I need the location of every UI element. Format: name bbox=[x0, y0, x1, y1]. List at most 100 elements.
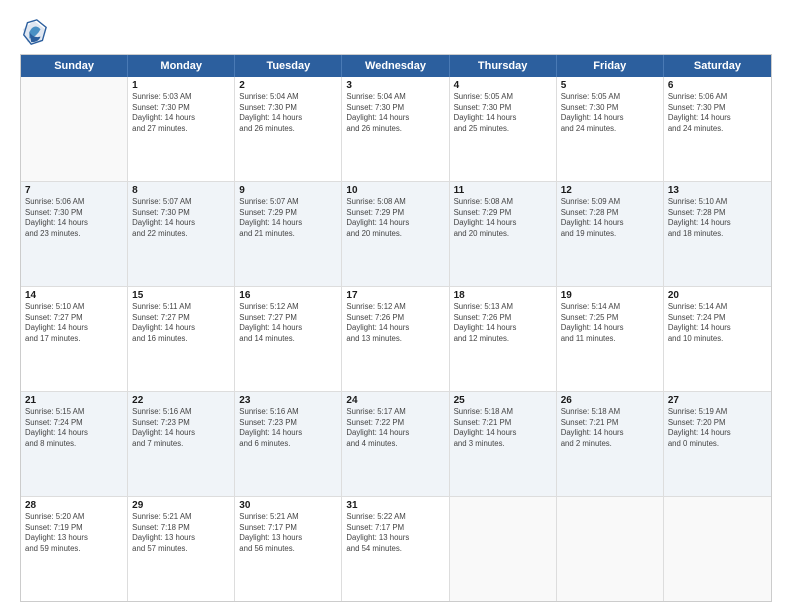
header-day-sunday: Sunday bbox=[21, 55, 128, 77]
day-cell-11: 11Sunrise: 5:08 AM Sunset: 7:29 PM Dayli… bbox=[450, 182, 557, 286]
day-cell-20: 20Sunrise: 5:14 AM Sunset: 7:24 PM Dayli… bbox=[664, 287, 771, 391]
header-day-saturday: Saturday bbox=[664, 55, 771, 77]
day-cell-22: 22Sunrise: 5:16 AM Sunset: 7:23 PM Dayli… bbox=[128, 392, 235, 496]
day-number: 30 bbox=[239, 500, 337, 511]
empty-cell-0-0 bbox=[21, 77, 128, 181]
day-info: Sunrise: 5:10 AM Sunset: 7:28 PM Dayligh… bbox=[668, 197, 767, 239]
day-info: Sunrise: 5:18 AM Sunset: 7:21 PM Dayligh… bbox=[454, 407, 552, 449]
day-info: Sunrise: 5:17 AM Sunset: 7:22 PM Dayligh… bbox=[346, 407, 444, 449]
day-number: 19 bbox=[561, 290, 659, 301]
calendar-body: 1Sunrise: 5:03 AM Sunset: 7:30 PM Daylig… bbox=[21, 77, 771, 601]
header-day-tuesday: Tuesday bbox=[235, 55, 342, 77]
day-info: Sunrise: 5:15 AM Sunset: 7:24 PM Dayligh… bbox=[25, 407, 123, 449]
day-info: Sunrise: 5:16 AM Sunset: 7:23 PM Dayligh… bbox=[239, 407, 337, 449]
day-number: 20 bbox=[668, 290, 767, 301]
day-info: Sunrise: 5:13 AM Sunset: 7:26 PM Dayligh… bbox=[454, 302, 552, 344]
header-day-thursday: Thursday bbox=[450, 55, 557, 77]
day-info: Sunrise: 5:04 AM Sunset: 7:30 PM Dayligh… bbox=[346, 92, 444, 134]
empty-cell-4-6 bbox=[664, 497, 771, 601]
header-day-monday: Monday bbox=[128, 55, 235, 77]
day-info: Sunrise: 5:16 AM Sunset: 7:23 PM Dayligh… bbox=[132, 407, 230, 449]
day-info: Sunrise: 5:14 AM Sunset: 7:24 PM Dayligh… bbox=[668, 302, 767, 344]
calendar-row-2: 14Sunrise: 5:10 AM Sunset: 7:27 PM Dayli… bbox=[21, 287, 771, 392]
day-number: 1 bbox=[132, 80, 230, 91]
day-info: Sunrise: 5:07 AM Sunset: 7:29 PM Dayligh… bbox=[239, 197, 337, 239]
day-number: 5 bbox=[561, 80, 659, 91]
day-cell-17: 17Sunrise: 5:12 AM Sunset: 7:26 PM Dayli… bbox=[342, 287, 449, 391]
day-cell-13: 13Sunrise: 5:10 AM Sunset: 7:28 PM Dayli… bbox=[664, 182, 771, 286]
day-info: Sunrise: 5:20 AM Sunset: 7:19 PM Dayligh… bbox=[25, 512, 123, 554]
page: SundayMondayTuesdayWednesdayThursdayFrid… bbox=[0, 0, 792, 612]
day-number: 28 bbox=[25, 500, 123, 511]
day-number: 2 bbox=[239, 80, 337, 91]
day-cell-7: 7Sunrise: 5:06 AM Sunset: 7:30 PM Daylig… bbox=[21, 182, 128, 286]
calendar-row-0: 1Sunrise: 5:03 AM Sunset: 7:30 PM Daylig… bbox=[21, 77, 771, 182]
day-number: 11 bbox=[454, 185, 552, 196]
day-cell-15: 15Sunrise: 5:11 AM Sunset: 7:27 PM Dayli… bbox=[128, 287, 235, 391]
logo bbox=[20, 18, 52, 46]
calendar-row-4: 28Sunrise: 5:20 AM Sunset: 7:19 PM Dayli… bbox=[21, 497, 771, 601]
day-cell-18: 18Sunrise: 5:13 AM Sunset: 7:26 PM Dayli… bbox=[450, 287, 557, 391]
empty-cell-4-5 bbox=[557, 497, 664, 601]
day-cell-24: 24Sunrise: 5:17 AM Sunset: 7:22 PM Dayli… bbox=[342, 392, 449, 496]
day-cell-16: 16Sunrise: 5:12 AM Sunset: 7:27 PM Dayli… bbox=[235, 287, 342, 391]
day-info: Sunrise: 5:22 AM Sunset: 7:17 PM Dayligh… bbox=[346, 512, 444, 554]
day-info: Sunrise: 5:04 AM Sunset: 7:30 PM Dayligh… bbox=[239, 92, 337, 134]
empty-cell-4-4 bbox=[450, 497, 557, 601]
day-cell-23: 23Sunrise: 5:16 AM Sunset: 7:23 PM Dayli… bbox=[235, 392, 342, 496]
day-cell-12: 12Sunrise: 5:09 AM Sunset: 7:28 PM Dayli… bbox=[557, 182, 664, 286]
day-info: Sunrise: 5:05 AM Sunset: 7:30 PM Dayligh… bbox=[561, 92, 659, 134]
day-cell-4: 4Sunrise: 5:05 AM Sunset: 7:30 PM Daylig… bbox=[450, 77, 557, 181]
day-info: Sunrise: 5:12 AM Sunset: 7:27 PM Dayligh… bbox=[239, 302, 337, 344]
day-info: Sunrise: 5:11 AM Sunset: 7:27 PM Dayligh… bbox=[132, 302, 230, 344]
logo-icon bbox=[20, 18, 48, 46]
day-info: Sunrise: 5:21 AM Sunset: 7:17 PM Dayligh… bbox=[239, 512, 337, 554]
day-cell-19: 19Sunrise: 5:14 AM Sunset: 7:25 PM Dayli… bbox=[557, 287, 664, 391]
day-number: 22 bbox=[132, 395, 230, 406]
day-number: 26 bbox=[561, 395, 659, 406]
calendar-row-1: 7Sunrise: 5:06 AM Sunset: 7:30 PM Daylig… bbox=[21, 182, 771, 287]
day-number: 18 bbox=[454, 290, 552, 301]
day-info: Sunrise: 5:03 AM Sunset: 7:30 PM Dayligh… bbox=[132, 92, 230, 134]
day-info: Sunrise: 5:06 AM Sunset: 7:30 PM Dayligh… bbox=[25, 197, 123, 239]
day-number: 10 bbox=[346, 185, 444, 196]
day-info: Sunrise: 5:12 AM Sunset: 7:26 PM Dayligh… bbox=[346, 302, 444, 344]
header-day-wednesday: Wednesday bbox=[342, 55, 449, 77]
day-number: 15 bbox=[132, 290, 230, 301]
day-info: Sunrise: 5:08 AM Sunset: 7:29 PM Dayligh… bbox=[346, 197, 444, 239]
day-cell-29: 29Sunrise: 5:21 AM Sunset: 7:18 PM Dayli… bbox=[128, 497, 235, 601]
day-cell-9: 9Sunrise: 5:07 AM Sunset: 7:29 PM Daylig… bbox=[235, 182, 342, 286]
day-cell-14: 14Sunrise: 5:10 AM Sunset: 7:27 PM Dayli… bbox=[21, 287, 128, 391]
day-info: Sunrise: 5:07 AM Sunset: 7:30 PM Dayligh… bbox=[132, 197, 230, 239]
day-cell-25: 25Sunrise: 5:18 AM Sunset: 7:21 PM Dayli… bbox=[450, 392, 557, 496]
day-number: 23 bbox=[239, 395, 337, 406]
day-cell-21: 21Sunrise: 5:15 AM Sunset: 7:24 PM Dayli… bbox=[21, 392, 128, 496]
day-number: 6 bbox=[668, 80, 767, 91]
day-number: 14 bbox=[25, 290, 123, 301]
day-cell-27: 27Sunrise: 5:19 AM Sunset: 7:20 PM Dayli… bbox=[664, 392, 771, 496]
day-number: 3 bbox=[346, 80, 444, 91]
day-info: Sunrise: 5:05 AM Sunset: 7:30 PM Dayligh… bbox=[454, 92, 552, 134]
day-info: Sunrise: 5:10 AM Sunset: 7:27 PM Dayligh… bbox=[25, 302, 123, 344]
day-cell-26: 26Sunrise: 5:18 AM Sunset: 7:21 PM Dayli… bbox=[557, 392, 664, 496]
day-info: Sunrise: 5:08 AM Sunset: 7:29 PM Dayligh… bbox=[454, 197, 552, 239]
day-cell-3: 3Sunrise: 5:04 AM Sunset: 7:30 PM Daylig… bbox=[342, 77, 449, 181]
header-day-friday: Friday bbox=[557, 55, 664, 77]
header bbox=[20, 18, 772, 46]
day-number: 13 bbox=[668, 185, 767, 196]
calendar: SundayMondayTuesdayWednesdayThursdayFrid… bbox=[20, 54, 772, 602]
day-number: 24 bbox=[346, 395, 444, 406]
day-number: 9 bbox=[239, 185, 337, 196]
day-cell-2: 2Sunrise: 5:04 AM Sunset: 7:30 PM Daylig… bbox=[235, 77, 342, 181]
day-number: 31 bbox=[346, 500, 444, 511]
day-cell-1: 1Sunrise: 5:03 AM Sunset: 7:30 PM Daylig… bbox=[128, 77, 235, 181]
day-number: 21 bbox=[25, 395, 123, 406]
day-info: Sunrise: 5:14 AM Sunset: 7:25 PM Dayligh… bbox=[561, 302, 659, 344]
day-number: 12 bbox=[561, 185, 659, 196]
day-number: 8 bbox=[132, 185, 230, 196]
day-number: 17 bbox=[346, 290, 444, 301]
day-number: 27 bbox=[668, 395, 767, 406]
day-info: Sunrise: 5:09 AM Sunset: 7:28 PM Dayligh… bbox=[561, 197, 659, 239]
day-number: 25 bbox=[454, 395, 552, 406]
day-cell-28: 28Sunrise: 5:20 AM Sunset: 7:19 PM Dayli… bbox=[21, 497, 128, 601]
